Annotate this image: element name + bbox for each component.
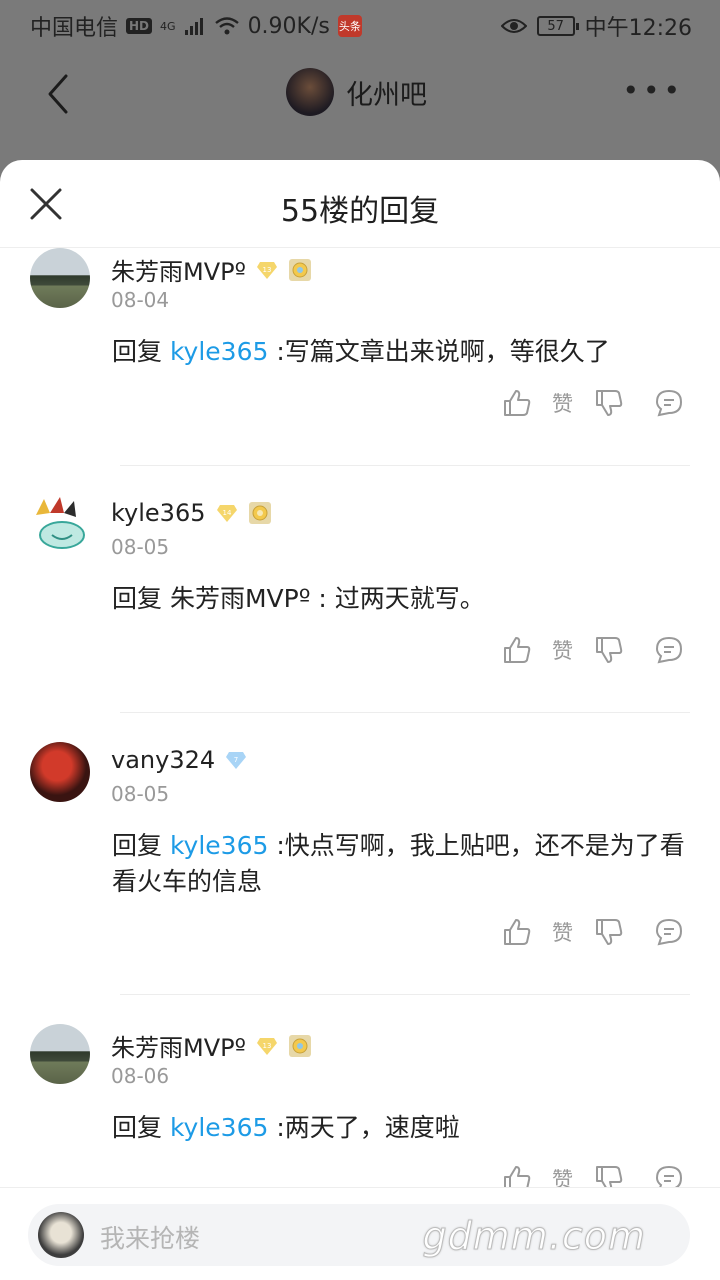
thumbs-down-icon[interactable]	[594, 917, 624, 947]
reply-date: 08-05	[111, 782, 170, 806]
reply-date: 08-06	[111, 1064, 170, 1088]
thumbs-up-icon[interactable]	[502, 635, 532, 665]
svg-text:13: 13	[262, 266, 271, 274]
svg-text:7: 7	[234, 756, 238, 764]
svg-text:14: 14	[222, 509, 231, 517]
level-badge-icon: 7	[226, 752, 247, 769]
reply-actions: 赞	[502, 633, 702, 667]
reply-input-bar: 我来抢楼 gdmm.com	[0, 1188, 720, 1280]
username-row: 朱芳雨MVPº 13	[111, 252, 312, 287]
avatar[interactable]	[30, 1024, 90, 1084]
status-bar: 中国电信 HD 4G 0.90K/s 头条 57 中午12:26	[0, 0, 720, 50]
forum-title-group[interactable]: 化州吧	[286, 68, 427, 116]
comment-icon[interactable]	[654, 917, 684, 947]
thumbs-down-icon[interactable]	[594, 388, 624, 418]
signal-icon	[184, 18, 203, 35]
level-badge-icon: 13	[256, 1037, 277, 1055]
avatar[interactable]	[30, 248, 90, 308]
divider	[120, 712, 690, 713]
username[interactable]: kyle365	[111, 499, 206, 527]
mention-link[interactable]: kyle365	[170, 337, 268, 366]
back-arrow-icon[interactable]	[40, 70, 80, 118]
forum-name: 化州吧	[346, 79, 427, 111]
medal-icon	[288, 258, 311, 281]
username[interactable]: vany324	[111, 746, 215, 774]
reply-actions: 赞	[502, 386, 702, 420]
reply-date: 08-05	[111, 535, 170, 559]
reply-input[interactable]: 我来抢楼 gdmm.com	[28, 1204, 690, 1266]
carrier-label: 中国电信	[30, 16, 119, 41]
my-avatar	[38, 1212, 84, 1258]
reply-input-placeholder[interactable]: 我来抢楼	[100, 1219, 200, 1255]
reply-actions: 赞	[502, 915, 702, 949]
comment-icon[interactable]	[654, 388, 684, 418]
mask-cartoon-icon	[36, 497, 85, 549]
thumbs-up-icon[interactable]	[502, 388, 532, 418]
medal-icon	[248, 502, 271, 524]
forum-avatar	[286, 68, 334, 116]
reply-content: 回复 kyle365 :两天了，速度啦	[112, 1110, 692, 1146]
reply-sheet: 55楼的回复 朱芳雨MVPº 13 08-04 回复 kyle365 :写篇文章…	[0, 160, 720, 1280]
reply-prefix: 回复	[112, 1113, 170, 1142]
like-label[interactable]: 赞	[552, 635, 578, 665]
reply-content: 回复 kyle365 :快点写啊，我上贴吧，还不是为了看看火车的信息	[112, 828, 692, 900]
reply-prefix: 回复 朱芳雨MVPº : 过两天就写。	[112, 584, 485, 613]
wifi-icon	[214, 17, 239, 35]
level-badge-icon: 13	[256, 261, 277, 279]
network-type-label: 4G	[160, 19, 176, 33]
svg-text:13: 13	[262, 1042, 271, 1050]
like-label[interactable]: 赞	[552, 917, 578, 947]
sheet-header: 55楼的回复	[0, 160, 720, 248]
reply-prefix: 回复	[112, 337, 170, 366]
username-row: vany324 7	[111, 746, 247, 774]
reply-prefix: 回复	[112, 831, 170, 860]
like-label[interactable]: 赞	[552, 388, 578, 418]
clock: 中午12:26	[584, 16, 692, 41]
reply-text: :写篇文章出来说啊，等很久了	[268, 337, 610, 366]
username-row: kyle365 14	[111, 499, 272, 527]
more-options-icon[interactable]: •••	[622, 77, 684, 105]
reply-content: 回复 朱芳雨MVPº : 过两天就写。	[112, 581, 692, 617]
medal-icon	[288, 1034, 311, 1057]
username-row: 朱芳雨MVPº 13	[111, 1028, 312, 1063]
username[interactable]: 朱芳雨MVPº	[111, 1028, 246, 1063]
reply-date: 08-04	[111, 288, 170, 312]
sheet-title: 55楼的回复	[280, 194, 440, 229]
comment-icon[interactable]	[654, 635, 684, 665]
battery-icon: 57	[536, 16, 579, 36]
thumbs-down-icon[interactable]	[594, 635, 624, 665]
reply-content: 回复 kyle365 :写篇文章出来说啊，等很久了	[112, 334, 692, 370]
mention-link[interactable]: kyle365	[170, 831, 268, 860]
divider	[120, 465, 690, 466]
username[interactable]: 朱芳雨MVPº	[111, 252, 246, 287]
watermark-text: gdmm.com	[422, 1214, 646, 1259]
level-badge-icon: 14	[216, 505, 237, 522]
toutiao-app-icon: 头条	[337, 15, 362, 37]
eye-icon	[500, 19, 527, 33]
avatar[interactable]	[30, 742, 90, 802]
avatar[interactable]	[30, 495, 90, 555]
divider	[120, 994, 690, 995]
network-speed: 0.90K/s	[247, 13, 330, 39]
hd-icon: HD	[126, 18, 153, 34]
forum-header: 化州吧 •••	[0, 50, 720, 140]
mention-link[interactable]: kyle365	[170, 1113, 268, 1142]
reply-text: :两天了，速度啦	[268, 1113, 460, 1142]
thumbs-up-icon[interactable]	[502, 917, 532, 947]
